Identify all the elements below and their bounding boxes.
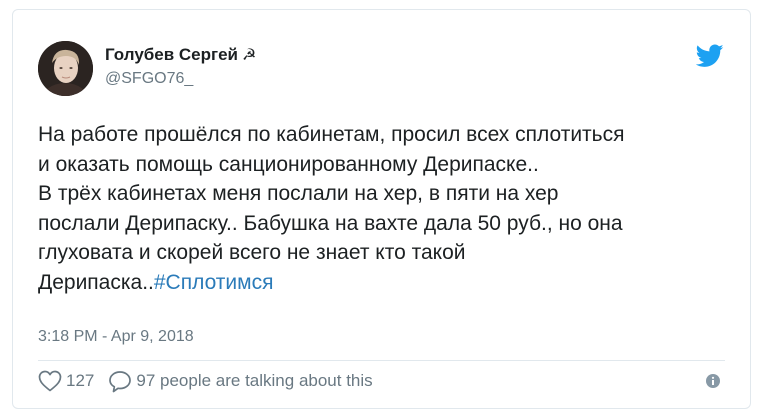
info-icon[interactable] [706, 374, 720, 388]
replies-link[interactable]: 97 people are talking about this [108, 370, 373, 393]
replies-text: 97 people are talking about this [136, 371, 373, 390]
tweet-text-line: послали Дерипаску.. Бабушка на вахте дал… [38, 211, 623, 235]
hashtag-link[interactable]: #Сплотимся [154, 271, 274, 294]
like-count: 127 [66, 371, 95, 390]
twitter-bird-icon[interactable] [696, 44, 724, 68]
tweet-text-line: На работе прошёлся по кабинетам, просил … [38, 123, 625, 146]
tweet-text: На работе прошёлся по кабинетам, просил … [38, 120, 738, 298]
author-name-row[interactable]: Голубев Сергей ☭ [105, 45, 256, 65]
reply-bubble-icon [109, 370, 132, 392]
tweet-text-tail: Дерипаска.. [38, 270, 154, 294]
author-handle[interactable]: @SFGO76_ [105, 70, 193, 88]
hammer-sickle-icon: ☭ [242, 47, 257, 64]
tweet-text-last-line: Дерипаска..#Сплотимся [38, 268, 738, 298]
avatar-image [38, 41, 93, 96]
tweet-timestamp[interactable]: 3:18 PM - Apr 9, 2018 [38, 328, 194, 346]
tweet-actions: 127 97 people are talking about this [38, 368, 373, 394]
avatar[interactable] [38, 41, 93, 96]
tweet-card: Голубев Сергей ☭ @SFGO76_ На работе прошё… [12, 9, 751, 409]
divider [38, 360, 725, 361]
heart-icon [38, 370, 62, 392]
like-button[interactable]: 127 [38, 370, 94, 392]
tweet-text-line: В трёх кабинетах меня послали на хер, в … [38, 182, 559, 206]
tweet-text-line: глуховата и скорей всего не знает кто та… [38, 241, 466, 265]
author-display-name[interactable]: Голубев Сергей [105, 45, 238, 64]
tweet-text-line: и оказать помощь санционированному Дерип… [38, 152, 539, 176]
